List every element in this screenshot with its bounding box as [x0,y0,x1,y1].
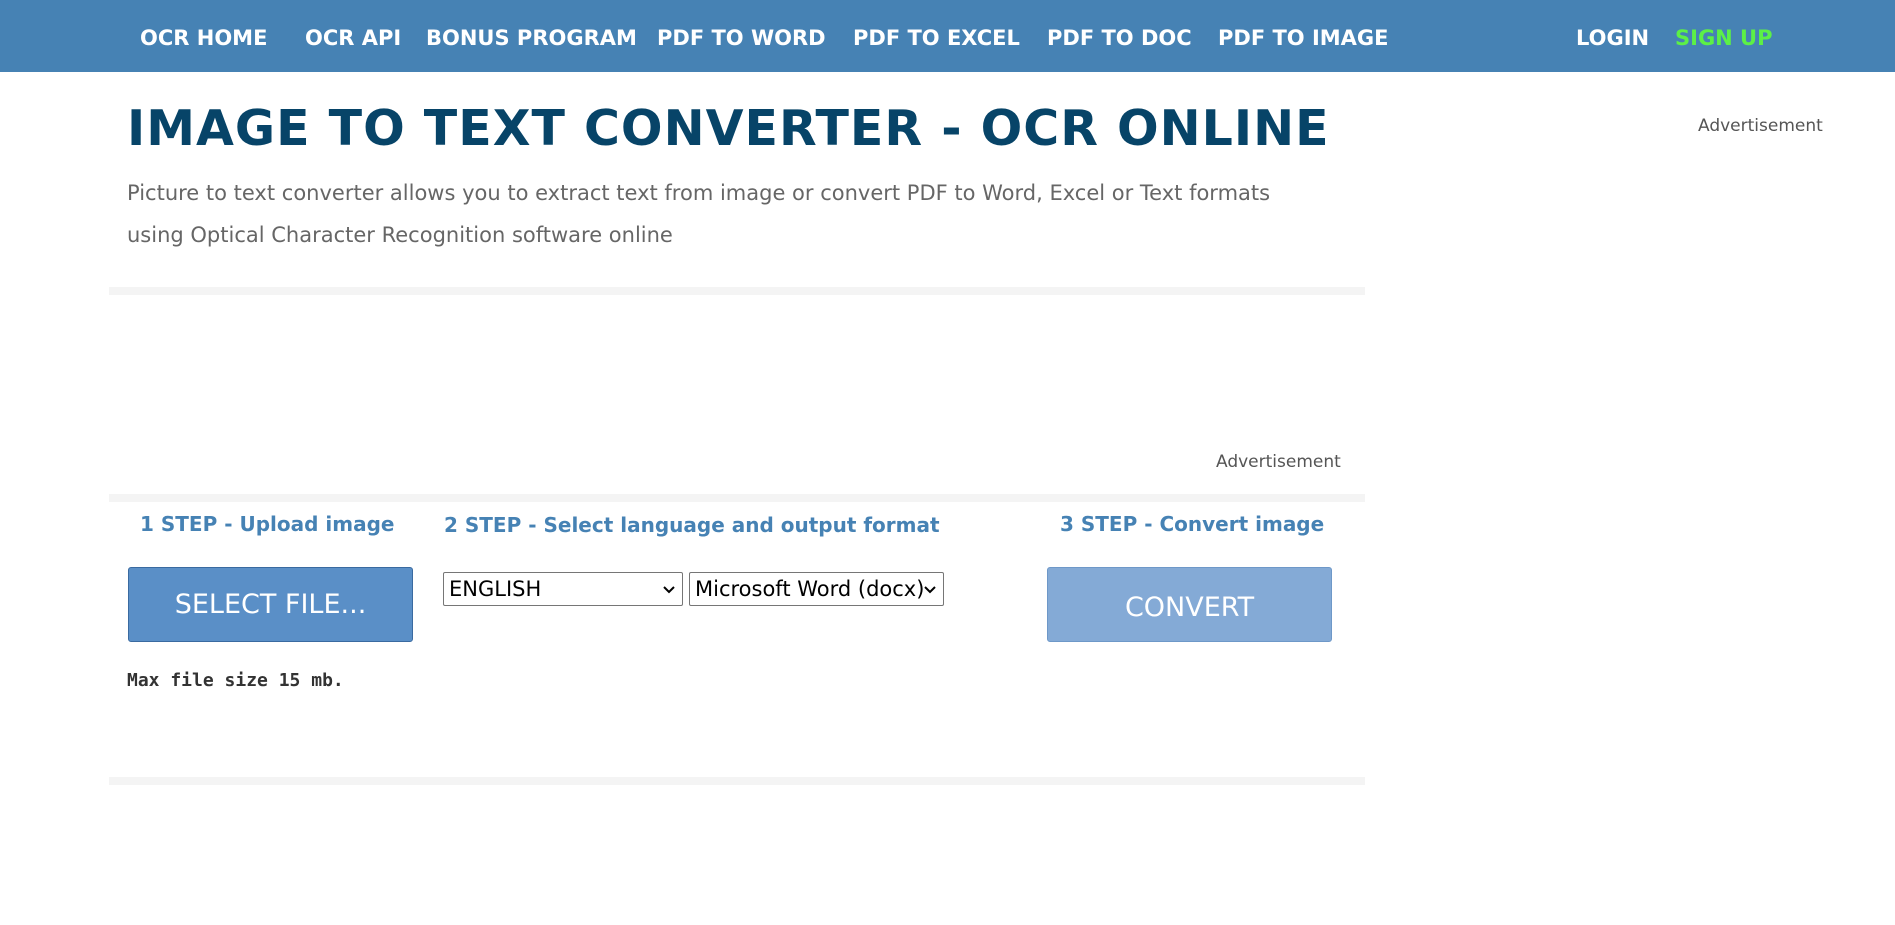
nav-pdf-to-excel-link[interactable]: PDF TO EXCEL [853,0,1020,72]
language-select-value: ENGLISH [449,577,542,601]
signup-link[interactable]: SIGN UP [1675,0,1773,72]
output-format-select-value: Microsoft Word (docx) [695,577,925,601]
nav-pdf-to-word-link[interactable]: PDF TO WORD [657,0,826,72]
nav-bonus-program-link[interactable]: BONUS PROGRAM [426,0,637,72]
nav-ocr-home-link[interactable]: OCR HOME [140,0,267,72]
page-title: IMAGE TO TEXT CONVERTER - OCR ONLINE [127,100,1330,157]
max-file-size-note: Max file size 15 mb. [127,670,344,691]
page-subtitle: Picture to text converter allows you to … [127,181,1271,247]
select-file-button[interactable]: SELECT FILE... [128,567,413,642]
divider-top [109,287,1365,295]
nav-pdf-to-doc-link[interactable]: PDF TO DOC [1047,0,1192,72]
nav-pdf-to-image-link[interactable]: PDF TO IMAGE [1218,0,1389,72]
chevron-down-icon [923,573,937,605]
step1-label: 1 STEP - Upload image [140,512,395,536]
top-navigation-bar: OCR HOME OCR API BONUS PROGRAM PDF TO WO… [0,0,1895,72]
divider-steps [109,494,1365,502]
output-format-select[interactable]: Microsoft Word (docx) [689,572,944,606]
divider-bottom [109,777,1365,785]
step3-label: 3 STEP - Convert image [1060,512,1325,536]
step2-label: 2 STEP - Select language and output form… [444,513,940,537]
inline-advertisement-label: Advertisement [1216,452,1341,472]
side-advertisement-label: Advertisement [1698,116,1823,136]
language-select[interactable]: ENGLISH [443,572,683,606]
nav-ocr-api-link[interactable]: OCR API [305,0,401,72]
chevron-down-icon [662,573,676,605]
convert-button[interactable]: CONVERT [1047,567,1332,642]
login-link[interactable]: LOGIN [1576,0,1649,72]
